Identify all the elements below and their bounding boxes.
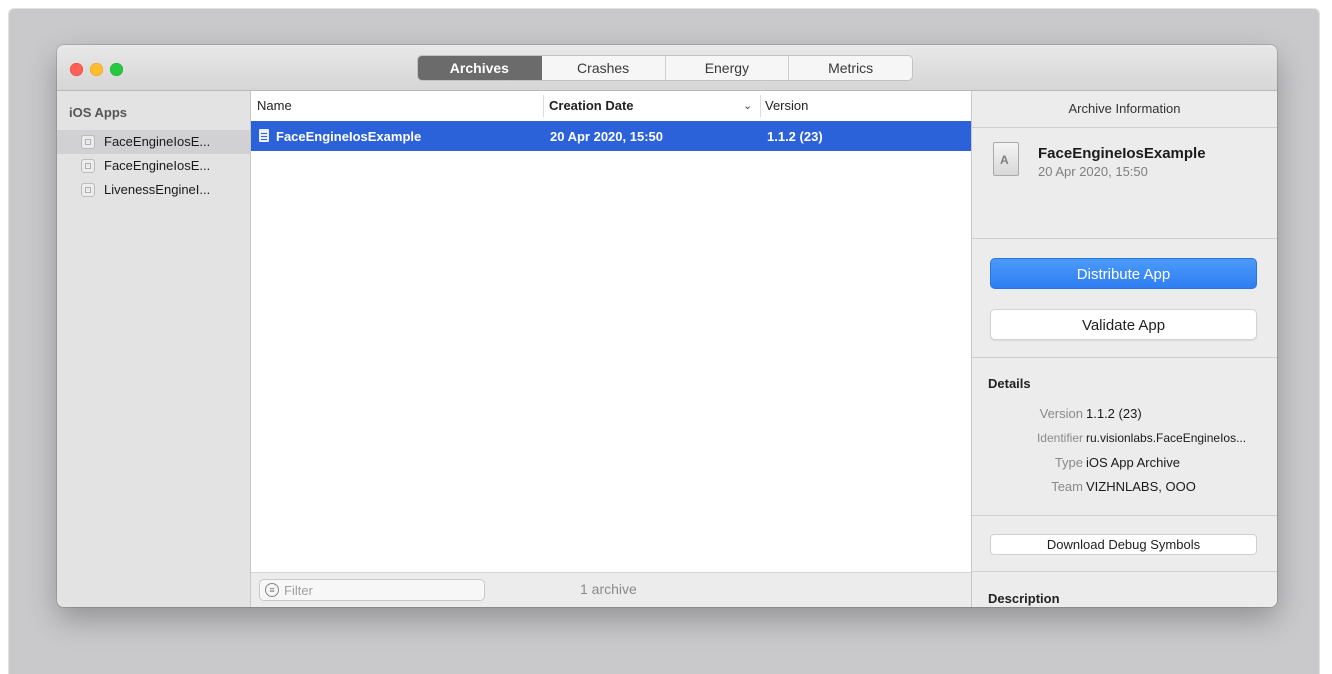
divider bbox=[972, 357, 1277, 358]
archive-count: 1 archive bbox=[580, 581, 637, 597]
filter-placeholder: Filter bbox=[284, 583, 313, 598]
minimize-button[interactable] bbox=[90, 63, 103, 76]
distribute-app-button[interactable]: Distribute App bbox=[990, 258, 1257, 289]
sidebar: iOS Apps FaceEngineIosE... FaceEngineIos… bbox=[57, 91, 251, 607]
column-header-creation-date[interactable]: Creation Date bbox=[549, 98, 634, 113]
sidebar-item-label: FaceEngineIosE... bbox=[104, 134, 211, 149]
segmented-tabs: Archives Crashes Energy Metrics bbox=[417, 55, 913, 81]
detail-value: VIZHNLABS, OOO bbox=[1086, 479, 1196, 494]
download-debug-symbols-button[interactable]: Download Debug Symbols bbox=[990, 534, 1257, 555]
detail-value: 1.1.2 (23) bbox=[1086, 406, 1142, 421]
sidebar-header: iOS Apps bbox=[69, 105, 128, 120]
detail-key: Team bbox=[1051, 479, 1083, 494]
app-placeholder-icon bbox=[81, 135, 95, 149]
sort-chevron-icon[interactable]: ⌄ bbox=[743, 99, 752, 112]
title-bar: Archives Crashes Energy Metrics bbox=[57, 45, 1277, 91]
archive-icon bbox=[993, 142, 1019, 176]
inspector-pane: Archive Information FaceEngineIosExample… bbox=[972, 91, 1277, 607]
inspector-header: Archive Information bbox=[972, 91, 1277, 128]
detail-key: Type bbox=[1054, 455, 1083, 470]
list-footer: ≡ Filter 1 archive bbox=[251, 572, 971, 607]
sidebar-item-label: FaceEngineIosE... bbox=[104, 158, 211, 173]
organizer-window: Archives Crashes Energy Metrics iOS Apps… bbox=[57, 45, 1277, 607]
sidebar-item-label: LivenessEngineI... bbox=[104, 182, 211, 197]
row-name: FaceEngineIosExample bbox=[276, 129, 422, 144]
archive-list: Name Creation Date ⌄ Version FaceEngineI… bbox=[251, 91, 972, 607]
row-version: 1.1.2 (23) bbox=[767, 129, 823, 144]
tab-metrics[interactable]: Metrics bbox=[789, 56, 912, 80]
tab-energy[interactable]: Energy bbox=[666, 56, 790, 80]
validate-app-button[interactable]: Validate App bbox=[990, 309, 1257, 340]
tab-crashes[interactable]: Crashes bbox=[542, 56, 666, 80]
details-heading: Details bbox=[988, 376, 1031, 391]
column-header-version[interactable]: Version bbox=[765, 98, 808, 113]
app-placeholder-icon bbox=[81, 183, 95, 197]
zoom-button[interactable] bbox=[110, 63, 123, 76]
description-heading: Description bbox=[988, 591, 1060, 606]
list-header: Name Creation Date ⌄ Version bbox=[251, 91, 971, 122]
row-creation-date: 20 Apr 2020, 15:50 bbox=[550, 129, 663, 144]
app-placeholder-icon bbox=[81, 159, 95, 173]
screenshot-frame: Archives Crashes Energy Metrics iOS Apps… bbox=[8, 8, 1320, 674]
column-divider[interactable] bbox=[543, 95, 544, 117]
column-divider[interactable] bbox=[760, 95, 761, 117]
sidebar-item-app[interactable]: LivenessEngineI... bbox=[57, 178, 250, 202]
divider bbox=[972, 238, 1277, 239]
filter-field[interactable]: ≡ Filter bbox=[259, 579, 485, 601]
archive-date: 20 Apr 2020, 15:50 bbox=[1038, 164, 1148, 179]
detail-key: Identifier bbox=[1036, 431, 1083, 445]
document-icon bbox=[259, 129, 269, 142]
filter-icon: ≡ bbox=[265, 583, 279, 597]
sidebar-item-app[interactable]: FaceEngineIosE... bbox=[57, 154, 250, 178]
table-row[interactable]: FaceEngineIosExample 20 Apr 2020, 15:50 … bbox=[251, 121, 971, 151]
close-button[interactable] bbox=[70, 63, 83, 76]
column-header-name[interactable]: Name bbox=[257, 98, 292, 113]
tab-archives[interactable]: Archives bbox=[418, 56, 542, 80]
detail-value: ru.visionlabs.FaceEngineIos... bbox=[1086, 431, 1247, 445]
divider bbox=[972, 515, 1277, 516]
divider bbox=[972, 571, 1277, 572]
sidebar-item-app[interactable]: FaceEngineIosE... bbox=[57, 130, 250, 154]
detail-value: iOS App Archive bbox=[1086, 455, 1180, 470]
detail-key: Version bbox=[1039, 406, 1083, 421]
archive-name: FaceEngineIosExample bbox=[1038, 145, 1206, 162]
